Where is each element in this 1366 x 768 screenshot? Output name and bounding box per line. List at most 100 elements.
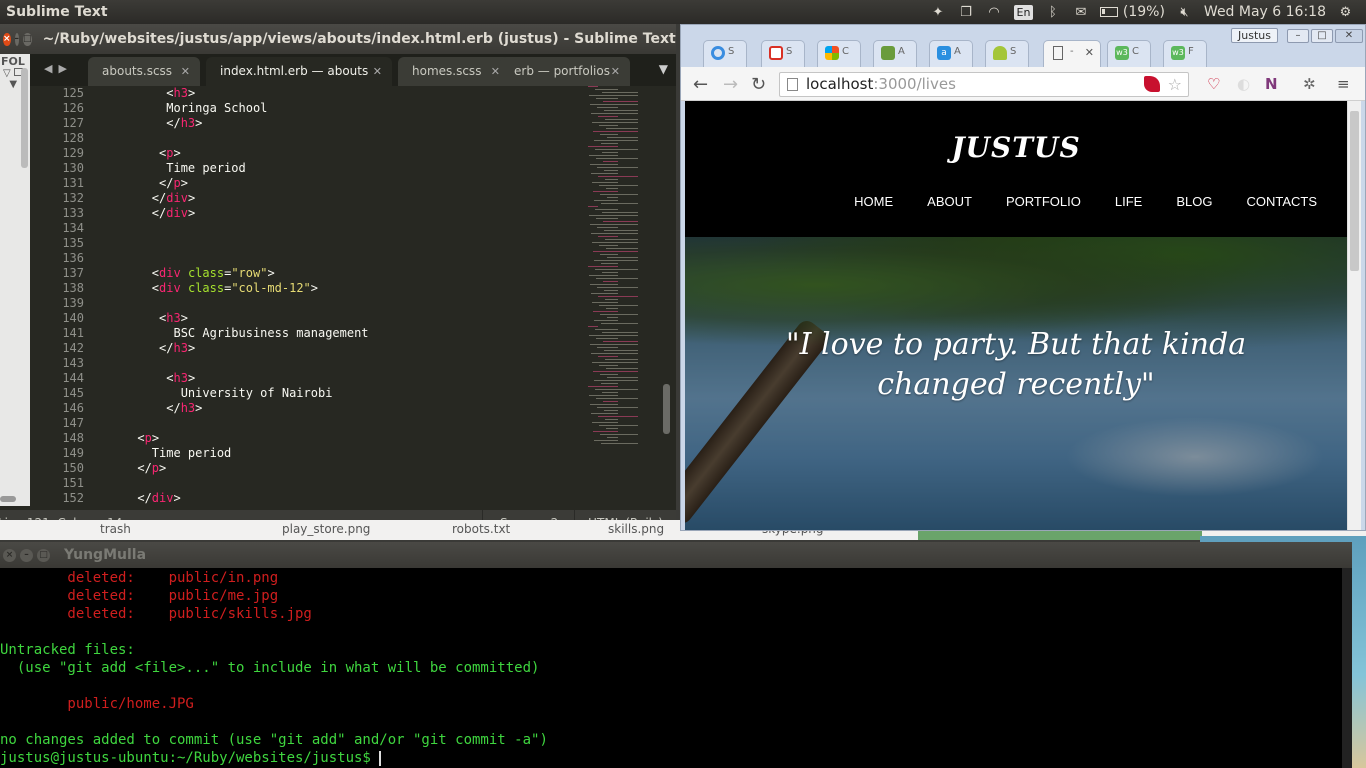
maximize-window-button[interactable]: □	[1311, 29, 1333, 43]
tab-homes-scss[interactable]: homes.scss ✕	[398, 57, 510, 86]
close-window-button[interactable]: ×	[3, 548, 16, 562]
code-line[interactable]: Moringa School	[94, 101, 614, 116]
tab-close-icon[interactable]: ✕	[373, 57, 382, 86]
profile-button[interactable]: Justus	[1231, 28, 1278, 43]
code-line[interactable]	[94, 356, 614, 371]
minimap[interactable]	[588, 86, 658, 446]
tab-index-html-erb[interactable]: index.html.erb — abouts ✕	[206, 57, 392, 86]
browser-tab[interactable]: S	[985, 40, 1029, 67]
editor-scrollbar-thumb[interactable]	[663, 384, 670, 434]
file-item[interactable]: robots.txt	[452, 522, 510, 536]
browser-tab[interactable]: A	[873, 40, 917, 67]
tab-close-icon[interactable]: ✕	[181, 57, 190, 86]
tab-list-dropdown-icon[interactable]: ▼	[659, 62, 668, 76]
code-line[interactable]	[94, 416, 614, 431]
code-line[interactable]: <h3>	[94, 371, 614, 386]
heart-extension-icon[interactable]: ♡	[1207, 75, 1220, 93]
code-line[interactable]: <h3>	[94, 86, 614, 101]
forward-icon[interactable]: →	[723, 74, 738, 95]
code-line[interactable]: Time period	[94, 161, 614, 176]
dropbox-icon[interactable]: ✦	[930, 5, 947, 20]
close-window-button[interactable]: ✕	[1335, 29, 1363, 43]
code-line[interactable]	[94, 221, 614, 236]
tab-portfolios-erb[interactable]: erb — portfolios ✕	[500, 57, 630, 86]
browser-tab[interactable]: w3 C	[1107, 40, 1151, 67]
browser-tab[interactable]: S	[703, 40, 747, 67]
site-logo[interactable]: JUSTUS	[685, 131, 1347, 164]
code-line[interactable]: </h3>	[94, 116, 614, 131]
code-line[interactable]: <div class="row">	[94, 266, 614, 281]
maximize-window-button[interactable]: □	[23, 32, 32, 46]
code-line[interactable]: </h3>	[94, 401, 614, 416]
power-gear-icon[interactable]: ⚙	[1337, 5, 1354, 20]
tab-close-icon[interactable]: ✕	[491, 57, 500, 86]
maximize-window-button[interactable]: □	[37, 548, 50, 562]
code-line[interactable]: University of Nairobi	[94, 386, 614, 401]
tab-abouts-scss[interactable]: abouts.scss ✕	[88, 57, 200, 86]
nav-home[interactable]: HOME	[854, 194, 893, 209]
page-scrollbar-thumb[interactable]	[1350, 111, 1359, 271]
page-scrollbar[interactable]	[1347, 101, 1361, 530]
file-item[interactable]: trash	[100, 522, 131, 536]
back-icon[interactable]: ←	[693, 74, 708, 95]
code-line[interactable]: </h3>	[94, 341, 614, 356]
reload-icon[interactable]: ↻	[751, 74, 766, 95]
code-line[interactable]: </p>	[94, 461, 614, 476]
tab-navigation-arrows[interactable]: ◀▶	[44, 62, 73, 75]
browser-tab[interactable]: aA	[929, 40, 973, 67]
code-line[interactable]	[94, 251, 614, 266]
code-line[interactable]: </div>	[94, 491, 614, 506]
sidebar-horizontal-scrollbar[interactable]	[0, 496, 16, 502]
nav-blog[interactable]: BLOG	[1176, 194, 1212, 209]
tab-close-icon[interactable]: ✕	[1085, 46, 1094, 59]
code-line[interactable]	[94, 131, 614, 146]
bug-extension-icon[interactable]: ✲	[1303, 75, 1316, 93]
close-window-button[interactable]: ×	[3, 32, 11, 46]
code-line[interactable]: </div>	[94, 206, 614, 221]
browser-tab[interactable]: S	[761, 40, 805, 67]
nav-about[interactable]: ABOUT	[927, 194, 972, 209]
terminal-output[interactable]: deleted: public/in.png deleted: public/m…	[0, 568, 1352, 767]
keyboard-layout-indicator[interactable]: En	[1013, 4, 1034, 20]
code-line[interactable]	[94, 476, 614, 491]
minimize-window-button[interactable]: –	[1287, 29, 1309, 43]
code-line[interactable]	[94, 296, 614, 311]
bookmark-star-icon[interactable]: ☆	[1168, 73, 1182, 96]
package-update-icon[interactable]: ❐	[958, 5, 975, 20]
nav-portfolio[interactable]: PORTFOLIO	[1006, 194, 1081, 209]
code-line[interactable]: <div class="col-md-12">	[94, 281, 614, 296]
wifi-icon[interactable]: ◠	[986, 5, 1003, 20]
battery-indicator[interactable]: (19%)	[1100, 4, 1165, 20]
browser-tab[interactable]: w3 F	[1163, 40, 1207, 67]
minimize-window-button[interactable]: –	[20, 548, 33, 562]
code-line[interactable]	[94, 236, 614, 251]
nav-contacts[interactable]: CONTACTS	[1246, 194, 1317, 209]
page-info-icon[interactable]	[787, 78, 798, 91]
tab-close-icon[interactable]: ✕	[611, 57, 620, 86]
code-line[interactable]: BSC Agribusiness management	[94, 326, 614, 341]
clock[interactable]: Wed May 6 16:18	[1204, 4, 1326, 20]
code-line[interactable]: Time period	[94, 446, 614, 461]
folder-sidebar[interactable]: FOL ▽ ▼	[0, 54, 30, 506]
mail-icon[interactable]: ✉	[1072, 5, 1089, 20]
terminal-prompt[interactable]: justus@justus-ubuntu:~/Ruby/websites/jus…	[0, 749, 1352, 767]
code-editor[interactable]: 125 126 127 128 129 130 131 132 133 134 135 136 137 1…	[30, 86, 676, 508]
browser-tab[interactable]: C	[817, 40, 861, 67]
volume-muted-icon[interactable]: 🔇︎	[1176, 5, 1193, 20]
code-line[interactable]: </p>	[94, 176, 614, 191]
address-bar[interactable]: localhost:3000/lives ☆	[779, 72, 1189, 97]
code-line[interactable]: <p>	[94, 431, 614, 446]
rails-extension-icon[interactable]	[1144, 76, 1160, 92]
chrome-menu-icon[interactable]: ≡	[1337, 75, 1350, 93]
code-line[interactable]: </div>	[94, 191, 614, 206]
terminal-scrollbar[interactable]	[1342, 568, 1352, 768]
nav-life[interactable]: LIFE	[1115, 194, 1142, 209]
code-line[interactable]: <p>	[94, 146, 614, 161]
contrast-extension-icon[interactable]: ◐	[1237, 75, 1250, 93]
code-area[interactable]: <h3> Moringa School </h3> <p> Time perio…	[94, 86, 614, 506]
onenote-icon[interactable]: N	[1265, 75, 1278, 93]
sidebar-scrollbar[interactable]	[21, 68, 28, 168]
file-item[interactable]: play_store.png	[282, 522, 370, 536]
bluetooth-icon[interactable]: ᛒ	[1044, 5, 1061, 20]
browser-tab-active[interactable]: - ✕	[1043, 40, 1101, 67]
